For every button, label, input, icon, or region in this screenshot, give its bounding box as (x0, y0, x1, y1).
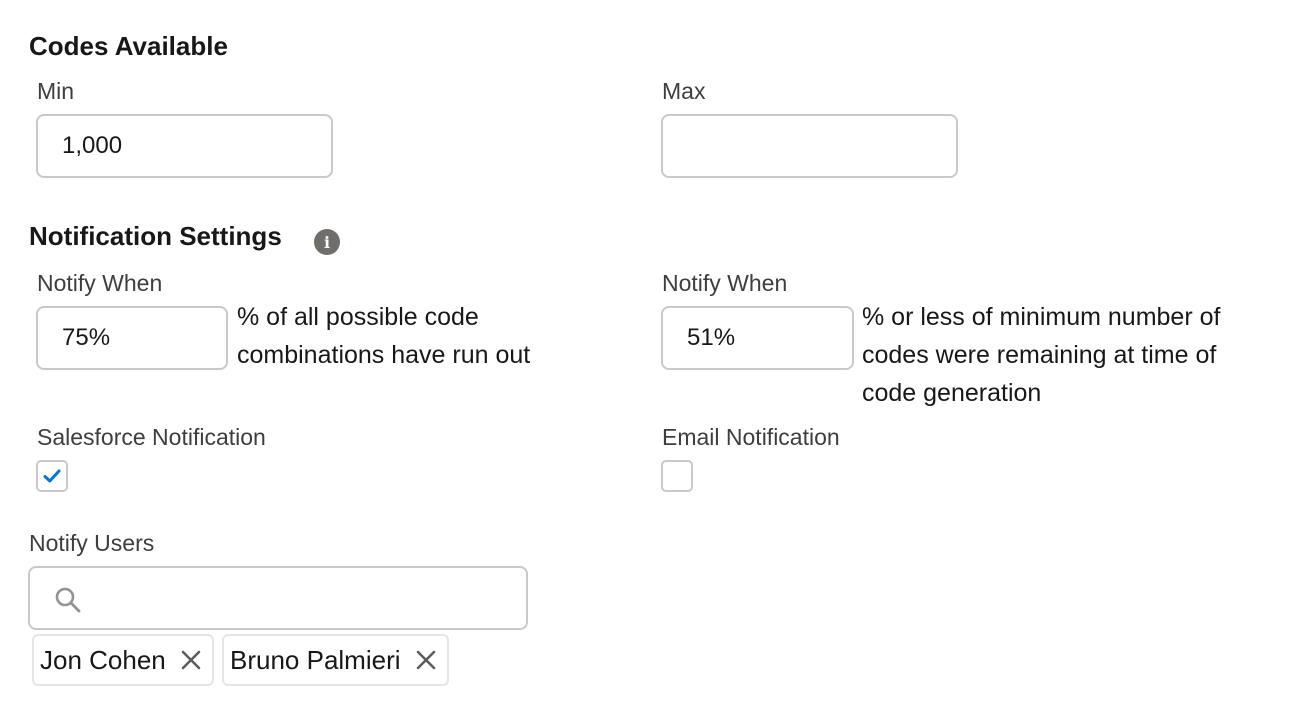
notify-when-minimum-input[interactable] (661, 306, 854, 370)
remove-user-icon[interactable] (413, 647, 439, 673)
info-icon[interactable]: i (314, 229, 340, 255)
salesforce-notification-checkbox[interactable] (36, 460, 68, 492)
notify-when-percent-label: Notify When (37, 270, 163, 296)
description-line: codes were remaining at time of (862, 341, 1217, 369)
notify-when-minimum-label: Notify When (662, 270, 788, 296)
notify-when-minimum-description: % or less of minimum number of codes wer… (862, 298, 1220, 412)
close-icon (416, 650, 435, 670)
max-input[interactable] (661, 114, 958, 178)
description-line: % of all possible code (237, 303, 479, 331)
notify-users-search-input[interactable] (94, 576, 518, 622)
notify-users-label: Notify Users (29, 530, 155, 556)
selected-user-pill: Bruno Palmieri (222, 634, 449, 686)
description-line: % or less of minimum number of (862, 303, 1221, 331)
salesforce-notification-label: Salesforce Notification (37, 424, 266, 450)
description-line: code generation (862, 379, 1042, 407)
selected-user-name: Jon Cohen (40, 644, 166, 675)
selected-user-name: Bruno Palmieri (230, 644, 401, 675)
email-notification-checkbox[interactable] (661, 460, 693, 492)
notify-when-percent-input[interactable] (36, 306, 228, 370)
notification-settings-heading: Notification Settings (29, 221, 282, 251)
close-icon (181, 650, 201, 670)
notify-when-percent-description: % of all possible code combinations have… (237, 298, 530, 374)
email-notification-label: Email Notification (662, 424, 840, 450)
remove-user-icon[interactable] (178, 647, 204, 673)
min-label: Min (37, 78, 75, 104)
checkmark-icon (43, 469, 61, 483)
max-label: Max (662, 78, 706, 104)
codes-available-heading: Codes Available (29, 31, 228, 61)
description-line: combinations have run out (237, 341, 531, 369)
notify-users-search[interactable] (28, 566, 528, 630)
min-input[interactable] (36, 114, 333, 178)
search-icon (55, 587, 81, 613)
selected-user-pill: Jon Cohen (32, 634, 214, 686)
